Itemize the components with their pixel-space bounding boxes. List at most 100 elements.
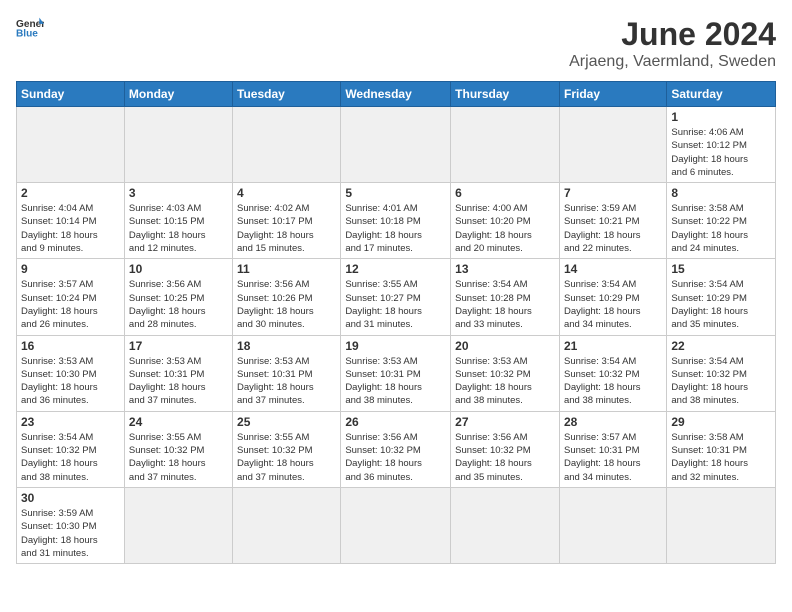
table-row: [233, 107, 341, 183]
table-row: [667, 487, 776, 563]
day-info: Sunrise: 3:53 AM Sunset: 10:32 PM Daylig…: [455, 355, 555, 408]
table-row: 22Sunrise: 3:54 AM Sunset: 10:32 PM Dayl…: [667, 335, 776, 411]
table-row: [451, 487, 560, 563]
month-year: June 2024: [569, 16, 776, 53]
day-number: 24: [129, 415, 228, 429]
table-row: 16 Sunrise: 3:53 AM Sunset: 10:30 PM Dayl…: [17, 335, 125, 411]
table-row: 12 Sunrise: 3:55 AM Sunset: 10:27 PM Dayl…: [341, 259, 451, 335]
table-row: 17 Sunrise: 3:53 AM Sunset: 10:31 PM Dayl…: [124, 335, 232, 411]
table-row: [124, 107, 232, 183]
calendar-week-row: 16 Sunrise: 3:53 AM Sunset: 10:30 PM Dayl…: [17, 335, 776, 411]
day-number: 15: [671, 262, 771, 276]
table-row: 29 Sunrise: 3:58 AM Sunset: 10:31 PM Dayl…: [667, 411, 776, 487]
table-row: 28Sunrise: 3:57 AM Sunset: 10:31 PM Dayl…: [559, 411, 666, 487]
day-info: Sunrise: 3:54 AM Sunset: 10:29 PM Daylig…: [564, 278, 662, 331]
day-info: Sunrise: 4:00 AM Sunset: 10:20 PM Daylig…: [455, 202, 555, 255]
table-row: [341, 487, 451, 563]
table-row: [233, 487, 341, 563]
col-tuesday: Tuesday: [233, 82, 341, 107]
table-row: [124, 487, 232, 563]
table-row: 1Sunrise: 4:06 AM Sunset: 10:12 PM Dayli…: [667, 107, 776, 183]
table-row: 6 Sunrise: 4:00 AM Sunset: 10:20 PM Dayli…: [451, 183, 560, 259]
table-row: 21 Sunrise: 3:54 AM Sunset: 10:32 PM Dayl…: [559, 335, 666, 411]
day-info: Sunrise: 3:58 AM Sunset: 10:31 PM Daylig…: [671, 431, 771, 484]
day-info: Sunrise: 4:06 AM Sunset: 10:12 PM Daylig…: [671, 126, 771, 179]
day-number: 25: [237, 415, 336, 429]
table-row: 4 Sunrise: 4:02 AM Sunset: 10:17 PM Dayli…: [233, 183, 341, 259]
col-saturday: Saturday: [667, 82, 776, 107]
day-number: 12: [345, 262, 446, 276]
table-row: 7 Sunrise: 3:59 AM Sunset: 10:21 PM Dayli…: [559, 183, 666, 259]
day-number: 9: [21, 262, 120, 276]
table-row: 5Sunrise: 4:01 AM Sunset: 10:18 PM Dayli…: [341, 183, 451, 259]
day-info: Sunrise: 3:54 AM Sunset: 10:32 PM Daylig…: [21, 431, 120, 484]
table-row: 26Sunrise: 3:56 AM Sunset: 10:32 PM Dayl…: [341, 411, 451, 487]
day-info: Sunrise: 4:02 AM Sunset: 10:17 PM Daylig…: [237, 202, 336, 255]
calendar-week-row: 2 Sunrise: 4:04 AM Sunset: 10:14 PM Dayli…: [17, 183, 776, 259]
table-row: 23 Sunrise: 3:54 AM Sunset: 10:32 PM Dayl…: [17, 411, 125, 487]
table-row: 14 Sunrise: 3:54 AM Sunset: 10:29 PM Dayl…: [559, 259, 666, 335]
day-info: Sunrise: 3:56 AM Sunset: 10:32 PM Daylig…: [345, 431, 446, 484]
page-header: General Blue June 2024 Arjaeng, Vaermlan…: [16, 16, 776, 71]
col-friday: Friday: [559, 82, 666, 107]
day-info: Sunrise: 3:55 AM Sunset: 10:32 PM Daylig…: [129, 431, 228, 484]
day-number: 27: [455, 415, 555, 429]
day-number: 11: [237, 262, 336, 276]
logo-icon: General Blue: [16, 16, 44, 38]
day-info: Sunrise: 4:03 AM Sunset: 10:15 PM Daylig…: [129, 202, 228, 255]
table-row: 24 Sunrise: 3:55 AM Sunset: 10:32 PM Dayl…: [124, 411, 232, 487]
table-row: [559, 107, 666, 183]
day-number: 21: [564, 339, 662, 353]
day-number: 14: [564, 262, 662, 276]
calendar-week-row: 30 Sunrise: 3:59 AM Sunset: 10:30 PM Dayl…: [17, 487, 776, 563]
col-monday: Monday: [124, 82, 232, 107]
day-number: 23: [21, 415, 120, 429]
day-number: 13: [455, 262, 555, 276]
day-info: Sunrise: 3:53 AM Sunset: 10:31 PM Daylig…: [345, 355, 446, 408]
table-row: 11 Sunrise: 3:56 AM Sunset: 10:26 PM Dayl…: [233, 259, 341, 335]
day-number: 16: [21, 339, 120, 353]
table-row: 20Sunrise: 3:53 AM Sunset: 10:32 PM Dayl…: [451, 335, 560, 411]
day-number: 17: [129, 339, 228, 353]
table-row: 10Sunrise: 3:56 AM Sunset: 10:25 PM Dayl…: [124, 259, 232, 335]
table-row: 30 Sunrise: 3:59 AM Sunset: 10:30 PM Dayl…: [17, 487, 125, 563]
table-row: 8Sunrise: 3:58 AM Sunset: 10:22 PM Dayli…: [667, 183, 776, 259]
day-info: Sunrise: 3:54 AM Sunset: 10:29 PM Daylig…: [671, 278, 771, 331]
col-sunday: Sunday: [17, 82, 125, 107]
location: Arjaeng, Vaermland, Sweden: [569, 53, 776, 71]
day-info: Sunrise: 3:55 AM Sunset: 10:27 PM Daylig…: [345, 278, 446, 331]
table-row: 2 Sunrise: 4:04 AM Sunset: 10:14 PM Dayli…: [17, 183, 125, 259]
col-thursday: Thursday: [451, 82, 560, 107]
day-info: Sunrise: 3:55 AM Sunset: 10:32 PM Daylig…: [237, 431, 336, 484]
table-row: [17, 107, 125, 183]
calendar-week-row: 1Sunrise: 4:06 AM Sunset: 10:12 PM Dayli…: [17, 107, 776, 183]
table-row: 9Sunrise: 3:57 AM Sunset: 10:24 PM Dayli…: [17, 259, 125, 335]
day-info: Sunrise: 3:54 AM Sunset: 10:32 PM Daylig…: [564, 355, 662, 408]
day-info: Sunrise: 3:56 AM Sunset: 10:32 PM Daylig…: [455, 431, 555, 484]
logo: General Blue: [16, 16, 44, 38]
table-row: 25 Sunrise: 3:55 AM Sunset: 10:32 PM Dayl…: [233, 411, 341, 487]
day-number: 8: [671, 186, 771, 200]
day-info: Sunrise: 3:53 AM Sunset: 10:31 PM Daylig…: [129, 355, 228, 408]
day-number: 2: [21, 186, 120, 200]
calendar-week-row: 23 Sunrise: 3:54 AM Sunset: 10:32 PM Dayl…: [17, 411, 776, 487]
day-info: Sunrise: 3:59 AM Sunset: 10:30 PM Daylig…: [21, 507, 120, 560]
day-info: Sunrise: 3:56 AM Sunset: 10:26 PM Daylig…: [237, 278, 336, 331]
day-number: 30: [21, 491, 120, 505]
title-block: June 2024 Arjaeng, Vaermland, Sweden: [569, 16, 776, 71]
day-number: 6: [455, 186, 555, 200]
day-info: Sunrise: 3:53 AM Sunset: 10:31 PM Daylig…: [237, 355, 336, 408]
day-number: 5: [345, 186, 446, 200]
day-info: Sunrise: 3:53 AM Sunset: 10:30 PM Daylig…: [21, 355, 120, 408]
day-number: 29: [671, 415, 771, 429]
day-info: Sunrise: 3:59 AM Sunset: 10:21 PM Daylig…: [564, 202, 662, 255]
day-info: Sunrise: 4:04 AM Sunset: 10:14 PM Daylig…: [21, 202, 120, 255]
day-number: 28: [564, 415, 662, 429]
calendar-header-row: Sunday Monday Tuesday Wednesday Thursday…: [17, 82, 776, 107]
table-row: [559, 487, 666, 563]
day-number: 22: [671, 339, 771, 353]
day-info: Sunrise: 3:56 AM Sunset: 10:25 PM Daylig…: [129, 278, 228, 331]
calendar-week-row: 9Sunrise: 3:57 AM Sunset: 10:24 PM Dayli…: [17, 259, 776, 335]
day-number: 4: [237, 186, 336, 200]
day-number: 7: [564, 186, 662, 200]
